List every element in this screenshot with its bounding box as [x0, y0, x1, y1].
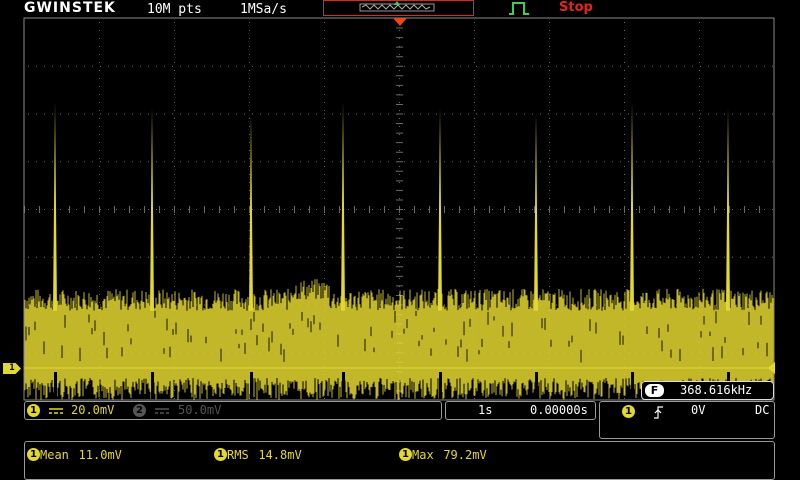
measurement-badge: 1: [399, 448, 412, 461]
spike-dip: [342, 372, 345, 399]
frequency-badge: F: [645, 384, 664, 397]
dc-coupling-icon: [49, 408, 63, 414]
channel1-trace: [24, 102, 774, 400]
spike: [150, 108, 154, 311]
measurement-panel[interactable]: 1 Mean 11.0mV 1 RMS 14.8mV 1 Max 79.2mV: [24, 441, 775, 480]
spike: [438, 108, 442, 311]
frequency-counter: F 368.616kHz: [641, 381, 774, 400]
channel1-badge[interactable]: 1: [27, 404, 40, 417]
measurement-value: 79.2mV: [443, 448, 487, 462]
measurement-rms[interactable]: 1 RMS 14.8mV: [214, 444, 302, 463]
channel-scale-panel[interactable]: 1 20.0mV 2 50.0mV: [24, 401, 442, 420]
horizontal-position: 0.00000s: [530, 403, 588, 417]
rising-edge-icon: [654, 406, 663, 419]
trigger-panel[interactable]: 1 0V DC: [599, 401, 775, 439]
measurement-mean[interactable]: 1 Mean 11.0mV: [27, 444, 122, 463]
trigger-source-badge: 1: [622, 405, 635, 418]
measurement-label: RMS: [227, 448, 249, 462]
measurement-value: 11.0mV: [78, 448, 122, 462]
trigger-position-marker: [393, 18, 407, 26]
measurement-value: 14.8mV: [258, 448, 302, 462]
channel2-badge[interactable]: 2: [133, 404, 146, 417]
spike-dip: [151, 372, 154, 399]
time-per-div: 1s: [478, 403, 493, 417]
spike-dip: [54, 372, 57, 399]
spike-dip: [535, 372, 538, 399]
trigger-level: 0V: [691, 403, 706, 417]
trigger-coupling: DC: [755, 403, 770, 417]
measurement-badge: 1: [214, 448, 227, 461]
dc-coupling-icon-ch2: [155, 408, 169, 414]
measurement-badge: 1: [27, 448, 40, 461]
frequency-value: 368.616kHz: [680, 383, 753, 397]
measurement-label: Mean: [40, 448, 69, 462]
spike: [53, 102, 57, 311]
spike: [630, 102, 634, 311]
timebase-panel[interactable]: 1s 0.00000s: [445, 401, 596, 420]
measurement-max[interactable]: 1 Max 79.2mV: [399, 444, 487, 463]
spike: [341, 102, 345, 311]
channel2-vdiv: 50.0mV: [178, 403, 222, 417]
spike-dip: [439, 372, 442, 399]
measurement-label: Max: [412, 448, 434, 462]
spike-dip: [631, 372, 634, 399]
channel1-vdiv: 20.0mV: [71, 403, 115, 417]
spike-dip: [250, 372, 253, 399]
